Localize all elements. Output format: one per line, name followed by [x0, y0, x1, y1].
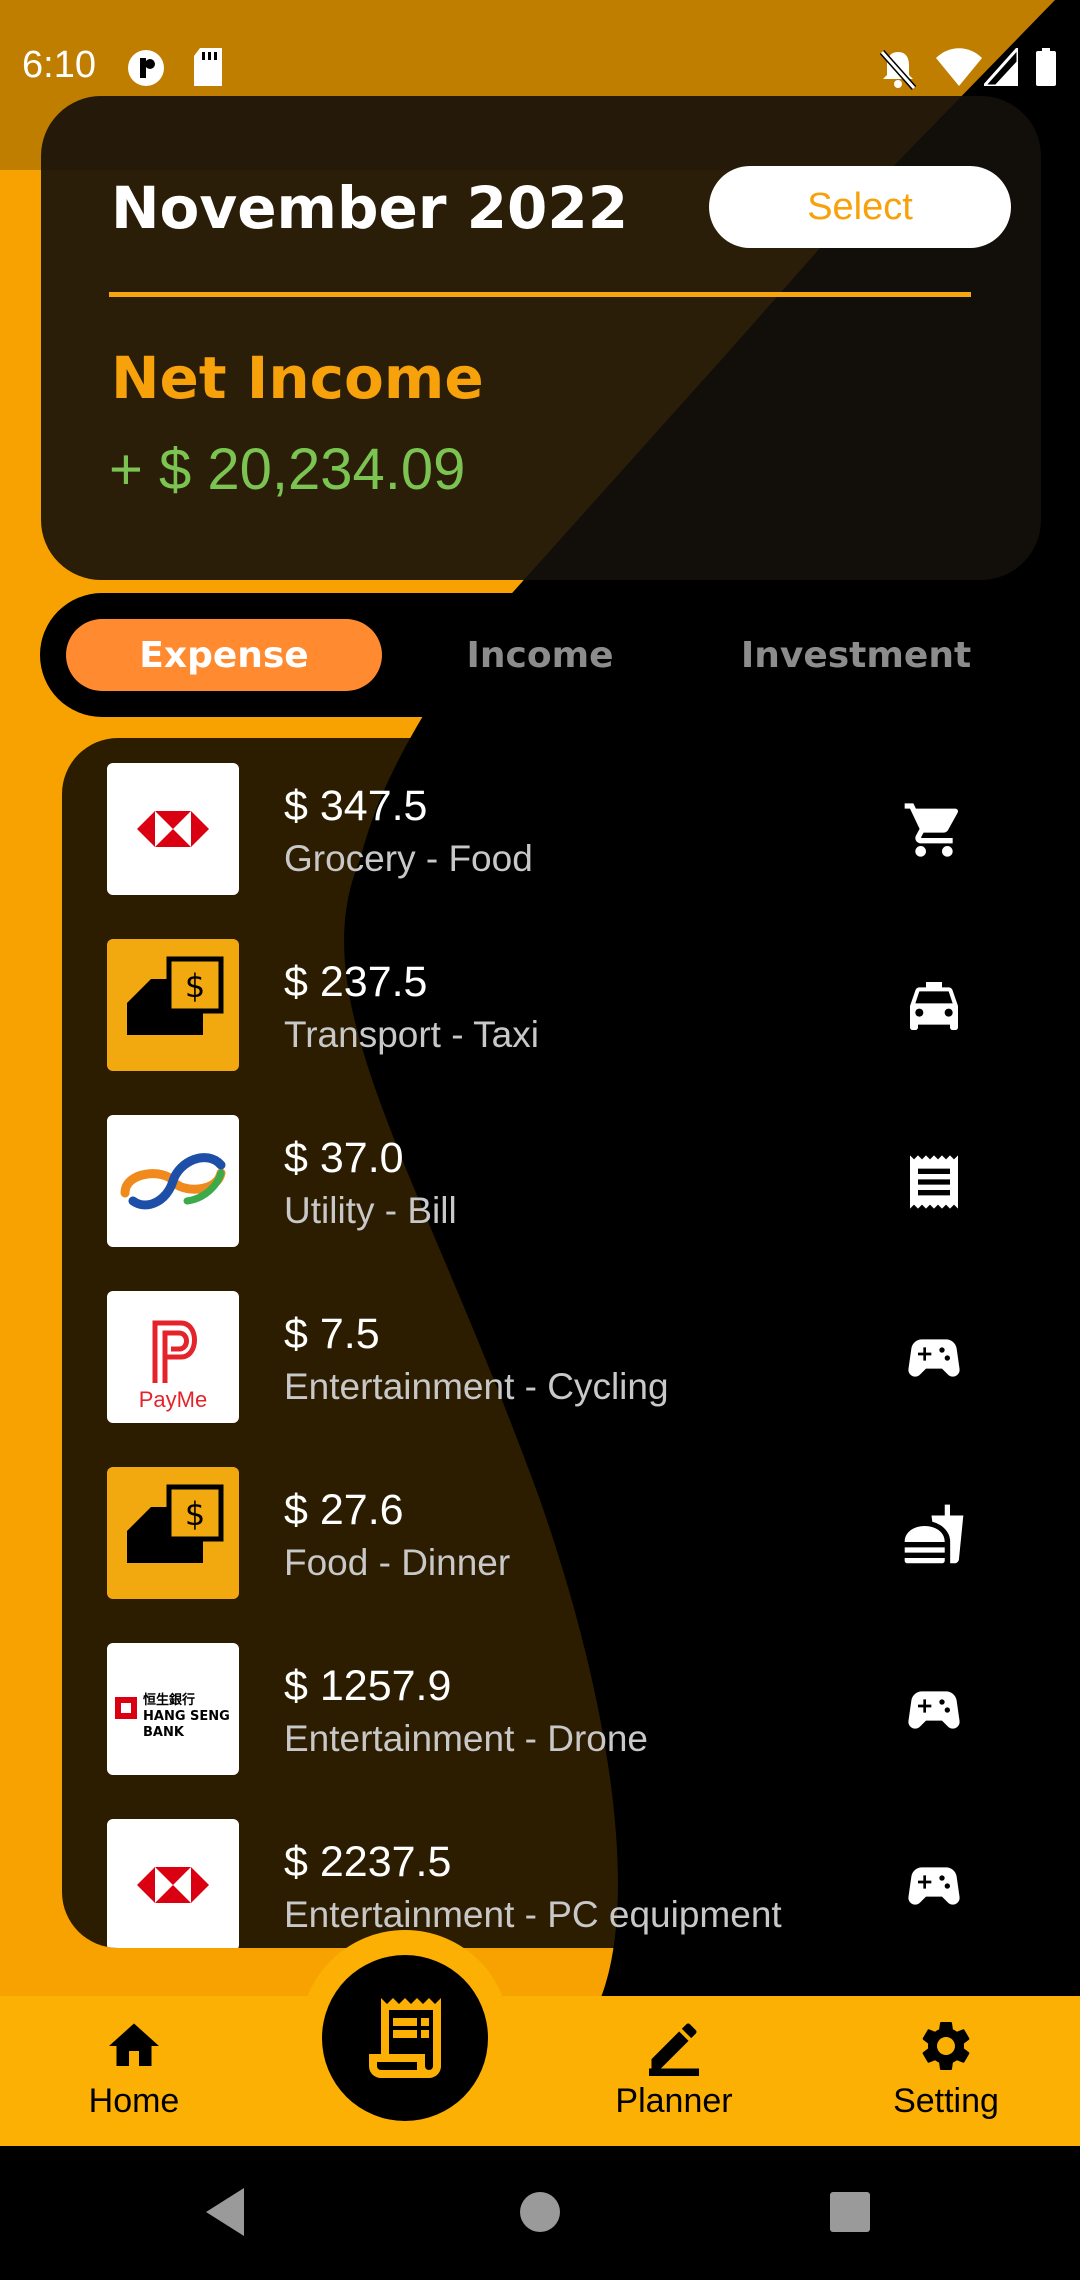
transaction-amount: $ 27.6 — [284, 1486, 404, 1534]
add-transaction-button[interactable] — [322, 1955, 488, 2121]
net-income-label: Net Income — [111, 344, 484, 412]
transaction-description: Transport - Taxi — [284, 1014, 539, 1055]
notifications-off-icon — [879, 50, 917, 90]
nav-home-label: Home — [88, 2082, 180, 2120]
transaction-row[interactable]: $ $ 237.5 Transport - Taxi — [62, 914, 1002, 1074]
transaction-row[interactable]: $ 37.0 Utility - Bill — [62, 1090, 1002, 1250]
gamepad-icon — [908, 1867, 960, 1905]
select-month-button[interactable]: Select — [709, 166, 1011, 248]
transaction-description: Grocery - Food — [284, 838, 533, 879]
gamepad-icon — [908, 1339, 960, 1377]
transaction-amount: $ 7.5 — [284, 1310, 380, 1358]
transaction-amount: $ 237.5 — [284, 958, 428, 1006]
signal-icon — [984, 48, 1018, 86]
transaction-list[interactable]: $ 347.5 Grocery - Food $ $ 237.5 Transpo… — [62, 738, 1002, 1948]
fps-logo — [107, 1115, 239, 1247]
home-icon — [109, 2023, 159, 2066]
back-icon[interactable] — [204, 2186, 248, 2238]
transaction-row[interactable]: PayMe $ 7.5 Entertainment - Cycling — [62, 1266, 1002, 1426]
transaction-amount: $ 347.5 — [284, 782, 428, 830]
fab-container — [300, 1930, 510, 2140]
transaction-row[interactable]: $ $ 27.6 Food - Dinner — [62, 1442, 1002, 1602]
wifi-icon — [936, 48, 982, 86]
gamepad-icon — [908, 1691, 960, 1729]
nav-setting[interactable]: Setting — [878, 2016, 1014, 2136]
tab-income[interactable]: Income — [382, 619, 698, 691]
payme-logo-text: PayMe — [138, 1387, 208, 1412]
transaction-description: Utility - Bill — [284, 1190, 457, 1231]
gear-icon — [922, 2022, 970, 2070]
tab-investment[interactable]: Investment — [698, 619, 1014, 691]
transaction-row[interactable]: $ 2237.5 Entertainment - PC equipment — [62, 1794, 1002, 1948]
edit-icon — [649, 2023, 699, 2076]
nav-home[interactable]: Home — [76, 2016, 192, 2136]
data-saver-icon — [128, 50, 164, 86]
taxi-icon — [910, 982, 958, 1030]
hang-seng-logo: 恒生銀行 HANG SENG BANK — [107, 1643, 239, 1775]
transaction-description: Entertainment - Cycling — [284, 1366, 669, 1407]
payme-logo: PayMe — [107, 1291, 239, 1423]
recents-icon[interactable] — [828, 2186, 872, 2238]
bottom-navigation: Home Planner Setting — [0, 1996, 1080, 2146]
hsbc-logo — [107, 763, 239, 895]
svg-text:$: $ — [185, 967, 205, 1005]
transaction-amount: $ 2237.5 — [284, 1838, 452, 1886]
system-navigation-bar — [0, 2146, 1080, 2280]
divider — [109, 292, 971, 297]
transaction-row[interactable]: 恒生銀行 HANG SENG BANK $ 1257.9 Entertainme… — [62, 1618, 1002, 1778]
nav-planner[interactable]: Planner — [604, 2016, 744, 2136]
nav-planner-label: Planner — [615, 2082, 733, 2120]
hang-seng-logo-text: 恒生銀行 HANG SENG BANK — [143, 1693, 230, 1740]
cash-wallet-logo: $ — [107, 1467, 239, 1599]
fastfood-icon — [904, 1504, 964, 1564]
transaction-amount: $ 37.0 — [284, 1134, 404, 1182]
transaction-description: Entertainment - PC equipment — [284, 1894, 782, 1935]
battery-icon — [1036, 48, 1056, 86]
transaction-description: Entertainment - Drone — [284, 1718, 649, 1759]
summary-card: November 2022 Select Net Income + $ 20,2… — [41, 96, 1041, 580]
net-income-value: + $ 20,234.09 — [109, 437, 466, 502]
category-tab-bar: Expense Income Investment — [40, 593, 1042, 717]
receipt-long-icon — [369, 1998, 441, 2078]
status-time: 6:10 — [22, 44, 96, 86]
nav-setting-label: Setting — [893, 2082, 999, 2120]
transaction-amount: $ 1257.9 — [284, 1662, 452, 1710]
month-title: November 2022 — [111, 174, 629, 242]
shopping-cart-icon — [904, 803, 959, 857]
receipt-icon — [910, 1155, 958, 1209]
home-circle-icon[interactable] — [518, 2186, 562, 2238]
cash-wallet-logo: $ — [107, 939, 239, 1071]
svg-text:$: $ — [185, 1495, 205, 1533]
tab-expense[interactable]: Expense — [66, 619, 382, 691]
transaction-description: Food - Dinner — [284, 1542, 511, 1583]
transaction-row[interactable]: $ 347.5 Grocery - Food — [62, 738, 1002, 898]
hsbc-logo — [107, 1819, 239, 1948]
sd-card-icon — [194, 48, 222, 86]
